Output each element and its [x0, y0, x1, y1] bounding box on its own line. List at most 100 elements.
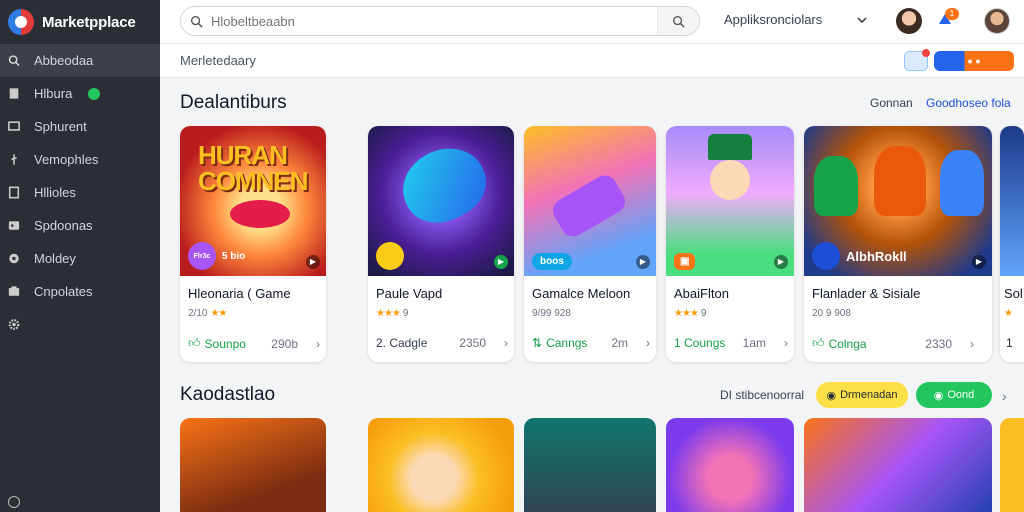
play-icon[interactable]: ▶	[774, 255, 788, 269]
search-icon	[8, 55, 20, 67]
help-icon[interactable]	[8, 496, 20, 508]
card-title: Flanlader & Sisiale	[812, 286, 921, 301]
rating-text: 2/10	[188, 308, 208, 319]
chevron-right-icon[interactable]: ›	[970, 337, 974, 351]
card-action-label: Sounpo	[204, 336, 246, 351]
brand-name: Marketpplace	[42, 13, 136, 31]
app-select[interactable]: Appliksronciolars	[724, 12, 822, 27]
section-title: Kaodastlao	[180, 384, 276, 405]
sidebar-item-label: Abbeodaa	[34, 53, 94, 68]
sidebar-item-abbeodaa[interactable]: Abbeodaa	[0, 44, 160, 77]
search-button[interactable]	[657, 7, 699, 35]
sidebar-item-label: Sphurent	[34, 119, 87, 134]
play-icon[interactable]: ▶	[636, 255, 650, 269]
card-action[interactable]: 1	[1006, 336, 1013, 350]
search-icon	[181, 15, 211, 28]
chevron-right-icon[interactable]: ›	[316, 337, 320, 351]
art-label	[376, 242, 404, 270]
rating-text: 20 9 908	[812, 308, 851, 319]
art-label-text: AlbhRokll	[846, 248, 907, 264]
chevron-down-icon[interactable]	[857, 12, 867, 30]
game-art: ▣ ▶	[666, 126, 794, 276]
art-hammer	[548, 171, 630, 241]
section-link-plain[interactable]: Gonnan	[870, 96, 913, 110]
box-icon	[8, 286, 20, 298]
card-action[interactable]: 1 Coungs	[674, 336, 725, 350]
gear-icon	[8, 319, 20, 331]
sidebar-item-cnpolates[interactable]: Cnpolates	[0, 275, 160, 308]
game-card-thumb[interactable]	[804, 418, 992, 512]
user-avatar[interactable]	[984, 8, 1010, 34]
status-dot	[88, 87, 101, 100]
sidebar-item-moldey[interactable]: Moldey	[0, 242, 160, 275]
section-link-blue[interactable]: Goodhoseo fola	[926, 96, 1011, 110]
notification-badge: 1	[945, 8, 959, 20]
game-card-thumb[interactable]	[666, 418, 794, 512]
refresh-icon: ⇅	[532, 336, 543, 350]
document-icon	[8, 186, 20, 199]
rating-text: 9	[402, 308, 409, 319]
card-action[interactable]: 2. Cadgle	[376, 336, 427, 350]
game-card[interactable]: ▶ Paule Vapd ★★★ 9 2. Cadgle 2350 ›	[368, 126, 514, 362]
card-title: Paule Vapd	[376, 286, 443, 301]
game-art: AlbhRokll ▶	[804, 126, 992, 276]
search-input[interactable]	[211, 13, 651, 29]
card-title: AbaiFlton	[674, 286, 729, 301]
sidebar-item-sphurent[interactable]: Sphurent	[0, 110, 160, 143]
gamepad-icon	[8, 220, 20, 232]
chevron-right-icon[interactable]: ›	[646, 336, 650, 350]
tag-label: Oond	[947, 389, 975, 401]
sidebar-item-hllioles[interactable]: Hllioles	[0, 176, 160, 209]
art-dragon	[874, 146, 926, 216]
sidebar-item-label: Cnpolates	[34, 284, 93, 299]
game-card[interactable]: boos ▶ Gamalce Meloon 9/99 928 ⇅ Canngs 2…	[524, 126, 656, 362]
card-action[interactable]: 👍︎ Colnga	[812, 336, 867, 351]
card-action[interactable]: ⇅ Canngs	[532, 336, 587, 350]
section-link-plain[interactable]: DI stibcenoorral	[720, 388, 804, 402]
game-card[interactable]: AlbhRokll ▶ Flanlader & Sisiale 20 9 908…	[804, 126, 992, 362]
art-troll	[940, 150, 984, 216]
game-art	[1000, 126, 1024, 276]
game-card-thumb[interactable]	[368, 418, 514, 512]
view-switch[interactable]: ● ●	[934, 51, 1014, 71]
sidebar-item-spdoonas[interactable]: Spdoonas	[0, 209, 160, 242]
art-label: boos	[532, 253, 572, 270]
search-icon	[672, 15, 685, 28]
rating-text: 9	[700, 308, 707, 319]
game-card-thumb[interactable]	[1000, 418, 1024, 512]
game-card-thumb[interactable]	[180, 418, 326, 512]
sidebar-item-hlbura[interactable]: Hlbura	[0, 77, 160, 110]
chevron-right-icon[interactable]: ›	[1002, 388, 1007, 404]
play-icon[interactable]: ▶	[972, 255, 986, 269]
play-icon[interactable]: ▶	[306, 255, 320, 269]
avatar[interactable]	[896, 8, 922, 34]
chevron-right-icon[interactable]: ›	[784, 336, 788, 350]
chevron-right-icon[interactable]: ›	[504, 336, 508, 350]
brand[interactable]: Marketpplace	[0, 0, 160, 44]
filter-tag-yellow[interactable]: ◉ Drmenadan	[816, 382, 908, 408]
thumbs-up-icon: 👍︎	[188, 336, 201, 350]
breadcrumb[interactable]: Merletedaary	[180, 53, 256, 68]
sidebar-item-label: Moldey	[34, 251, 76, 266]
thumbs-up-icon: 👍︎	[812, 336, 825, 350]
check-icon: ◉	[933, 389, 944, 402]
game-card-thumb[interactable]	[524, 418, 656, 512]
game-art: boos ▶	[524, 126, 656, 276]
filter-tag-green[interactable]: ◉ Oond	[916, 382, 992, 408]
card-rating: 9/99 928	[532, 308, 571, 319]
pin-icon	[8, 154, 20, 166]
card-footer: 1	[1006, 336, 1022, 350]
stars-icon: ★	[1004, 308, 1013, 319]
card-action[interactable]: 👍︎ Sounpo	[188, 336, 246, 351]
game-card[interactable]: Sol ★ 1	[1000, 126, 1024, 362]
sidebar-item-settings[interactable]	[0, 308, 160, 341]
card-rating: ★	[1004, 308, 1013, 319]
stars-icon: ★★★	[376, 308, 401, 319]
sidebar-item-vemophles[interactable]: Vemophles	[0, 143, 160, 176]
card-footer: ⇅ Canngs 2m ›	[532, 336, 650, 350]
sidebar: Marketpplace Abbeodaa Hlbura Sphurent Ve…	[0, 0, 160, 512]
rating-text: 9/99 928	[532, 308, 571, 319]
play-icon[interactable]: ▶	[494, 255, 508, 269]
game-card[interactable]: HURAN COMNEN Flr3c 5 bio ▶ Hleonaria ( Gam…	[180, 126, 326, 362]
game-card[interactable]: ▣ ▶ AbaiFlton ★★★ 9 1 Coungs 1am ›	[666, 126, 794, 362]
